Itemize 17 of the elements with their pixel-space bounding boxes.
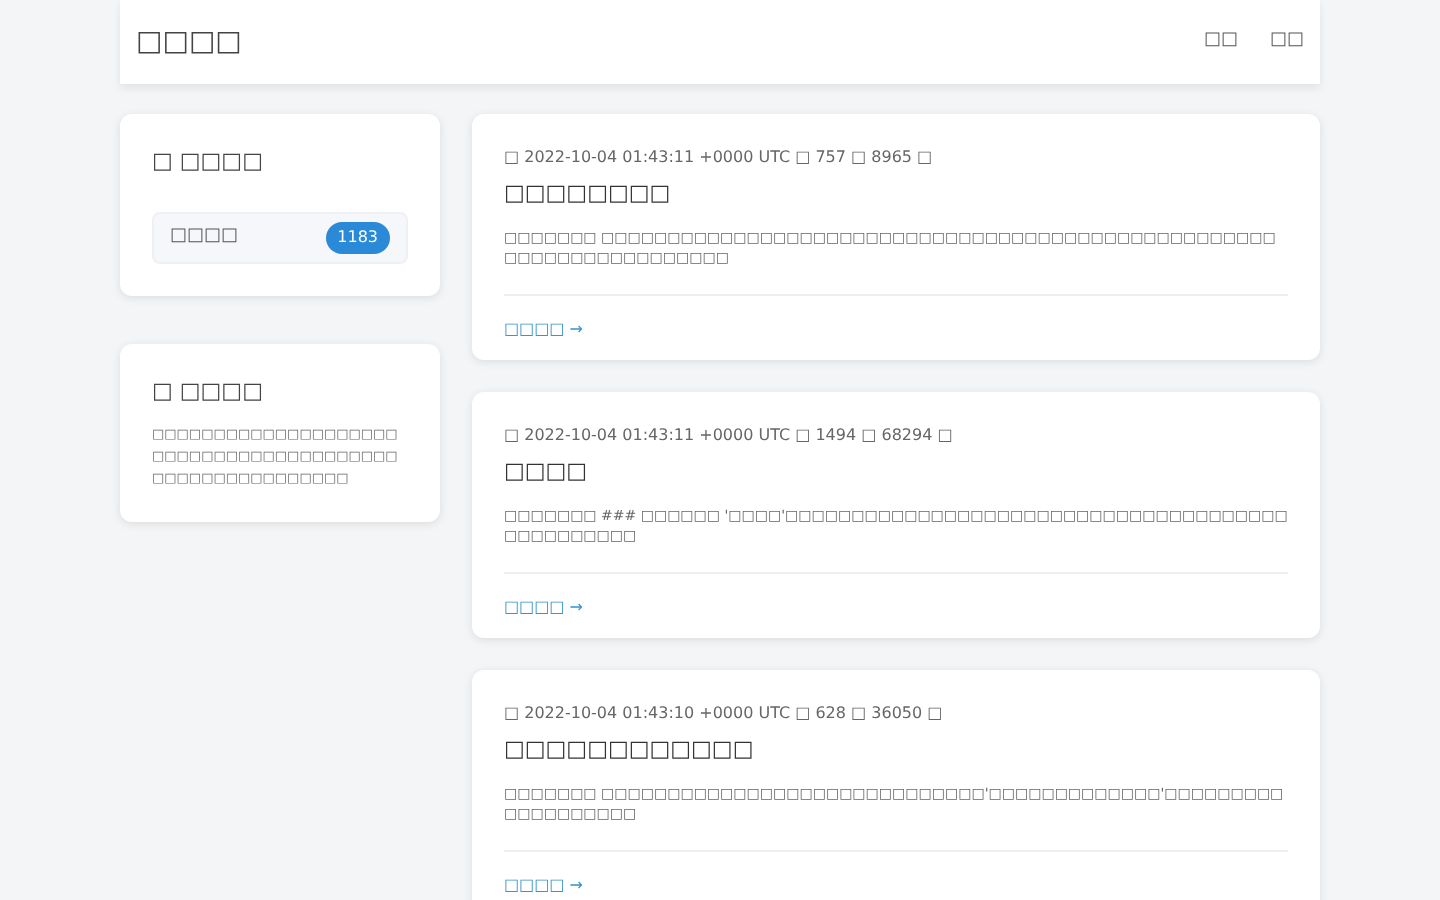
- post-meta: □ 2022-10-04 01:43:11 +0000 UTC □ 757 □ 8965 □: [504, 146, 935, 170]
- read-more-link[interactable]: □□□□ →: [504, 319, 583, 337]
- post-meta: □ 2022-10-04 01:43:11 +0000 UTC □ 1494 □ 68294 □: [504, 424, 955, 448]
- site-title[interactable]: □□□□: [136, 21, 242, 63]
- post-title[interactable]: □□□□□□□□□□□□: [504, 734, 1288, 767]
- post-title[interactable]: □□□□□□□□: [504, 178, 1288, 211]
- nav-link[interactable]: □□: [1203, 28, 1238, 56]
- post-title[interactable]: □□□□: [504, 456, 1288, 489]
- count-badge: 1183: [325, 221, 390, 253]
- card-heading: □ □□□□: [152, 375, 265, 407]
- nav-link[interactable]: □□: [1269, 28, 1304, 56]
- read-more-link[interactable]: □□□□ →: [504, 597, 583, 615]
- category-label: □□□□: [170, 223, 239, 250]
- post-meta: □ 2022-10-04 01:43:10 +0000 UTC □ 628 □ 36050 □: [504, 702, 945, 726]
- read-more-link[interactable]: □□□□ →: [504, 875, 583, 893]
- card-heading: □ □□□□: [152, 146, 265, 178]
- category-item[interactable]: □□□□ 1183: [152, 211, 408, 263]
